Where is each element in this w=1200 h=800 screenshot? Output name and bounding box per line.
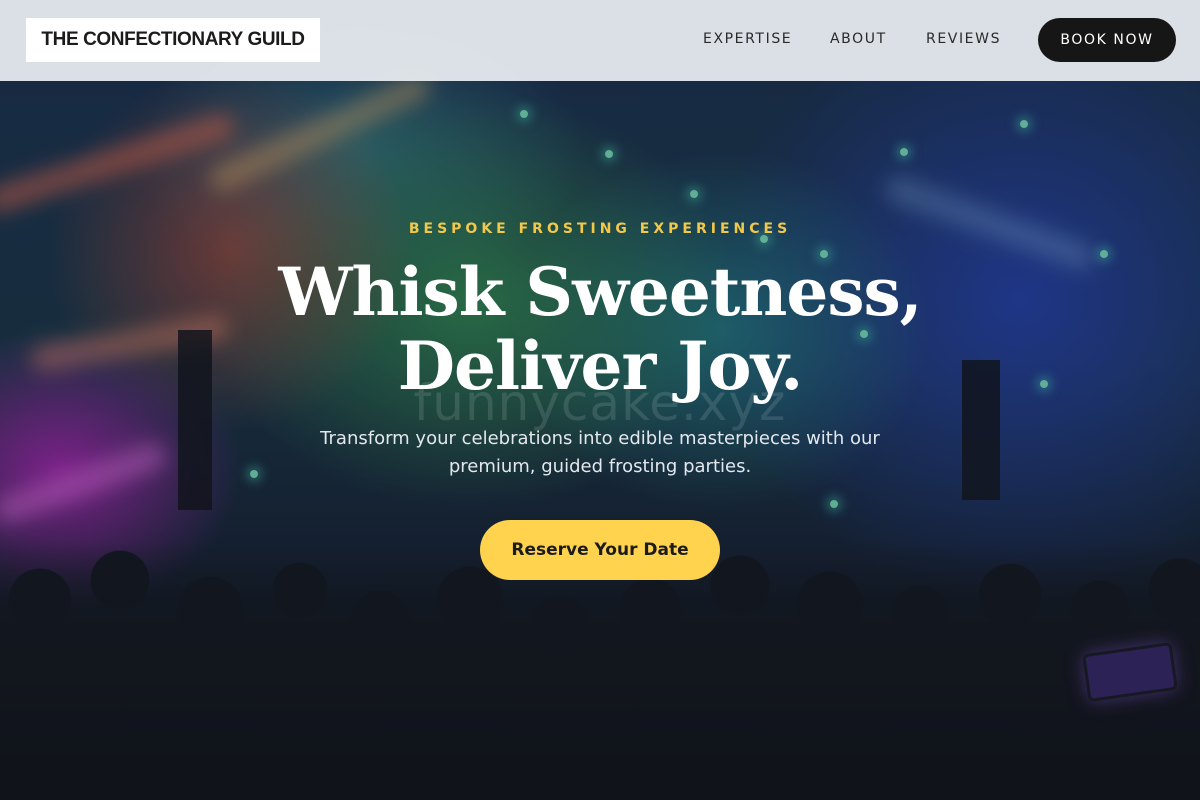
- headline-line-1: Whisk Sweetness,: [278, 253, 922, 331]
- subheadline-line-1: Transform your celebrations into edible …: [320, 428, 880, 449]
- nav-link-reviews[interactable]: REVIEWS: [926, 31, 1001, 49]
- top-navigation: THE CONFECTIONARY GUILD EXPERTISE ABOUT …: [0, 0, 1200, 81]
- hero-subheadline: Transform your celebrations into edible …: [300, 425, 900, 481]
- book-now-button[interactable]: BOOK NOW: [1038, 18, 1176, 62]
- nav-link-about[interactable]: ABOUT: [830, 31, 887, 49]
- hero-eyebrow: BESPOKE FROSTING EXPERIENCES: [408, 221, 792, 237]
- headline-line-2: Deliver Joy.: [397, 327, 803, 405]
- reserve-date-button[interactable]: Reserve Your Date: [480, 520, 720, 580]
- subheadline-line-2: premium, guided frosting parties.: [448, 456, 752, 477]
- brand-logo[interactable]: THE CONFECTIONARY GUILD: [25, 17, 321, 63]
- nav-link-expertise[interactable]: EXPERTISE: [703, 31, 792, 49]
- hero-headline: Whisk Sweetness, Deliver Joy.: [200, 255, 1000, 403]
